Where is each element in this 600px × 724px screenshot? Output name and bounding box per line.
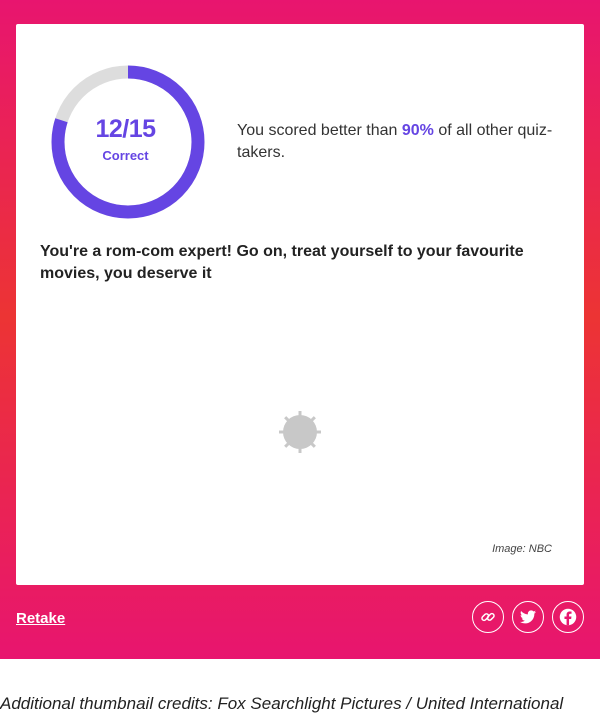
facebook-icon (559, 608, 577, 626)
thumbnail-credits: Additional thumbnail credits: Fox Search… (0, 694, 564, 713)
retake-link[interactable]: Retake (16, 610, 65, 627)
percentile-value: 90% (401, 122, 434, 139)
quiz-result-panel: 12/15 Correct You scored better than 90%… (0, 0, 600, 659)
score-display: 12/15 Correct (48, 62, 203, 222)
result-message: You're a rom-com expert! Go on, treat yo… (40, 243, 524, 282)
score-value: 12/15 (95, 114, 156, 143)
share-facebook-button[interactable] (552, 601, 584, 633)
percentile-prefix: You scored better than (237, 122, 402, 139)
share-twitter-button[interactable] (512, 601, 544, 633)
score-label: Correct (102, 147, 149, 163)
share-link-button[interactable] (472, 601, 504, 633)
twitter-icon (520, 610, 536, 624)
percentile-text: You scored better than 90% of all other … (237, 120, 567, 164)
link-icon (481, 612, 495, 622)
result-card: 12/15 Correct You scored better than 90%… (16, 24, 584, 585)
loading-spinner-icon (279, 411, 321, 453)
image-credit: Image: NBC (492, 543, 552, 555)
